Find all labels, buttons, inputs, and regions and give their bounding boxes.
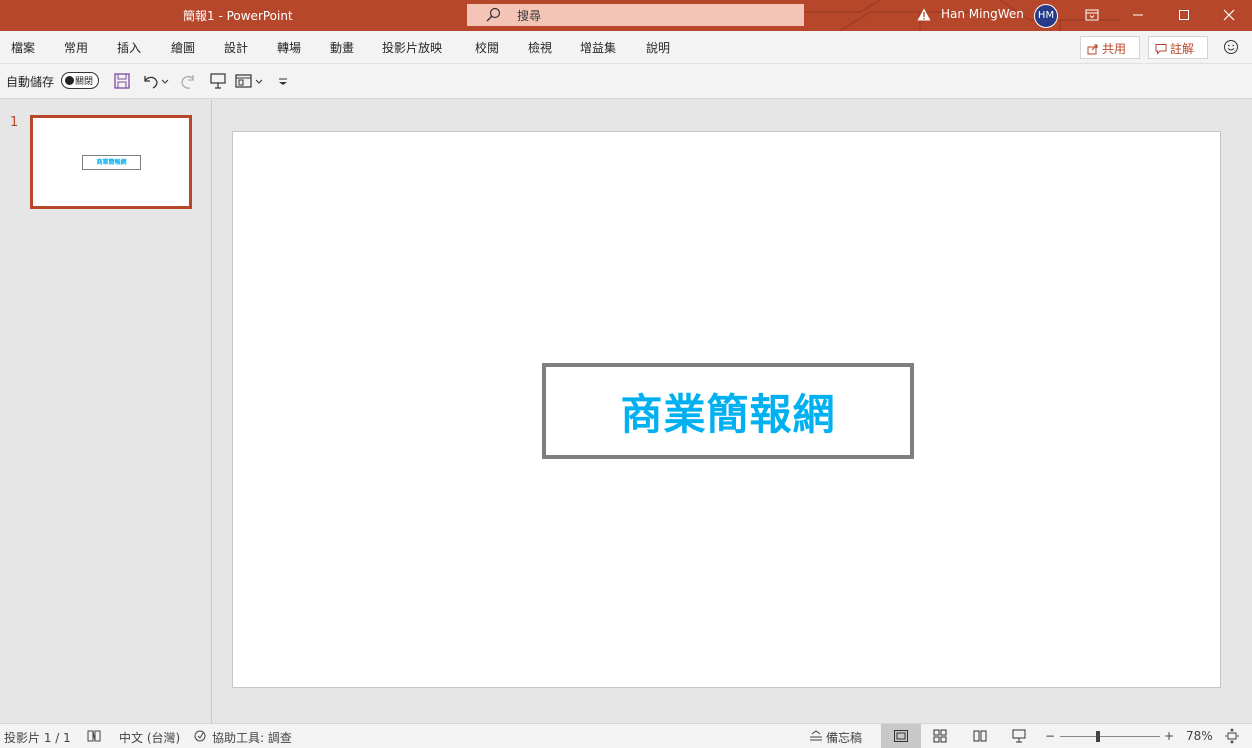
layout-dropdown-chevron-icon[interactable] <box>254 71 264 91</box>
language-indicator[interactable]: 中文 (台灣) <box>119 729 180 746</box>
thumbnail-number: 1 <box>10 115 19 130</box>
ribbon-display-options-button[interactable] <box>1069 0 1115 31</box>
slide-thumbnail-pane: 1 商業簡報網 <box>0 100 212 723</box>
zoom-out-button[interactable]: − <box>1045 729 1055 743</box>
maximize-icon <box>1179 10 1189 20</box>
search-icon <box>486 7 501 22</box>
tab-help[interactable]: 說明 <box>646 39 670 56</box>
undo-icon[interactable] <box>141 71 161 91</box>
slide-sorter-view-button[interactable] <box>920 724 960 748</box>
reading-view-icon <box>973 730 987 742</box>
tab-addins[interactable]: 增益集 <box>580 39 616 56</box>
slide-counter: 投影片 1 / 1 <box>4 731 71 745</box>
slideshow-view-button[interactable] <box>999 724 1039 748</box>
toggle-knob <box>65 76 74 85</box>
comment-icon <box>1155 44 1167 55</box>
zoom-slider[interactable] <box>1060 731 1160 742</box>
search-placeholder: 搜尋 <box>517 9 542 23</box>
close-icon <box>1223 9 1235 21</box>
undo-dropdown-chevron-icon[interactable] <box>160 71 170 91</box>
tab-insert[interactable]: 插入 <box>117 39 141 56</box>
accessibility-icon[interactable] <box>193 728 209 744</box>
fit-slide-icon[interactable] <box>1224 728 1240 744</box>
slide-canvas[interactable]: 商業簡報網 <box>232 131 1221 688</box>
slide-title-textbox[interactable]: 商業簡報網 <box>542 363 914 459</box>
zoom-slider-thumb[interactable] <box>1096 731 1100 742</box>
title-bar: 簡報1 - PowerPoint 搜尋 Han MingWen HM <box>0 0 1252 31</box>
slide-title-text: 商業簡報網 <box>620 390 836 439</box>
ribbon-tabs: 檔案 常用 插入 繪圖 設計 轉場 動畫 投影片放映 校閱 檢視 增益集 說明 … <box>0 31 1252 63</box>
tab-animations[interactable]: 動畫 <box>330 39 354 56</box>
autosave-toggle[interactable]: 關閉 <box>61 72 99 89</box>
accessibility-status[interactable]: 協助工具: 調查 <box>212 729 292 746</box>
tab-file[interactable]: 檔案 <box>11 39 35 56</box>
tab-review[interactable]: 校閱 <box>475 39 499 56</box>
user-name[interactable]: Han MingWen <box>941 7 1024 21</box>
tab-home[interactable]: 常用 <box>64 39 88 56</box>
normal-view-button[interactable] <box>881 724 921 748</box>
slide-thumbnail[interactable]: 商業簡報網 <box>30 115 192 209</box>
autosave-state: 關閉 <box>75 77 94 87</box>
share-icon <box>1087 44 1098 55</box>
comments-label: 註解 <box>1170 42 1195 56</box>
tab-slideshow[interactable]: 投影片放映 <box>382 39 442 56</box>
avatar[interactable]: HM <box>1034 4 1058 28</box>
warning-icon[interactable] <box>917 8 931 21</box>
thumbnail-title-box: 商業簡報網 <box>82 155 141 170</box>
slide-sorter-icon <box>933 729 947 743</box>
comments-button[interactable]: 註解 <box>1148 36 1208 59</box>
save-icon[interactable] <box>112 71 132 91</box>
window-title: 簡報1 - PowerPoint <box>183 9 293 23</box>
quick-access-toolbar: 自動儲存 關閉 <box>0 63 1252 99</box>
tab-view[interactable]: 檢視 <box>528 39 552 56</box>
status-bar: 投影片 1 / 1 中文 (台灣) 協助工具: 調查 備忘稿 − + 78% <box>0 723 1252 748</box>
tab-draw[interactable]: 繪圖 <box>171 39 195 56</box>
minimize-button[interactable] <box>1115 0 1161 31</box>
normal-view-icon <box>894 730 908 742</box>
close-button[interactable] <box>1206 0 1252 31</box>
tab-transitions[interactable]: 轉場 <box>277 39 301 56</box>
notes-icon[interactable] <box>808 728 824 744</box>
share-label: 共用 <box>1102 42 1127 56</box>
layout-icon[interactable] <box>234 71 254 91</box>
autosave-label: 自動儲存 <box>6 75 55 89</box>
search-box[interactable]: 搜尋 <box>467 4 804 26</box>
zoom-in-button[interactable]: + <box>1164 729 1174 743</box>
reading-view-button[interactable] <box>960 724 1000 748</box>
customize-toolbar-icon[interactable] <box>276 71 290 91</box>
ribbon-display-icon <box>1085 9 1099 21</box>
redo-icon[interactable] <box>179 71 199 91</box>
tab-design[interactable]: 設計 <box>224 39 248 56</box>
feedback-smiley-icon[interactable] <box>1223 39 1239 55</box>
zoom-percent[interactable]: 78% <box>1186 729 1213 743</box>
minimize-icon <box>1133 14 1143 16</box>
slideshow-view-icon <box>1012 729 1026 743</box>
maximize-button[interactable] <box>1161 0 1207 31</box>
spellcheck-book-icon[interactable] <box>86 728 102 744</box>
notes-button-label[interactable]: 備忘稿 <box>826 729 862 746</box>
start-slideshow-icon[interactable] <box>208 71 228 91</box>
share-button[interactable]: 共用 <box>1080 36 1140 59</box>
